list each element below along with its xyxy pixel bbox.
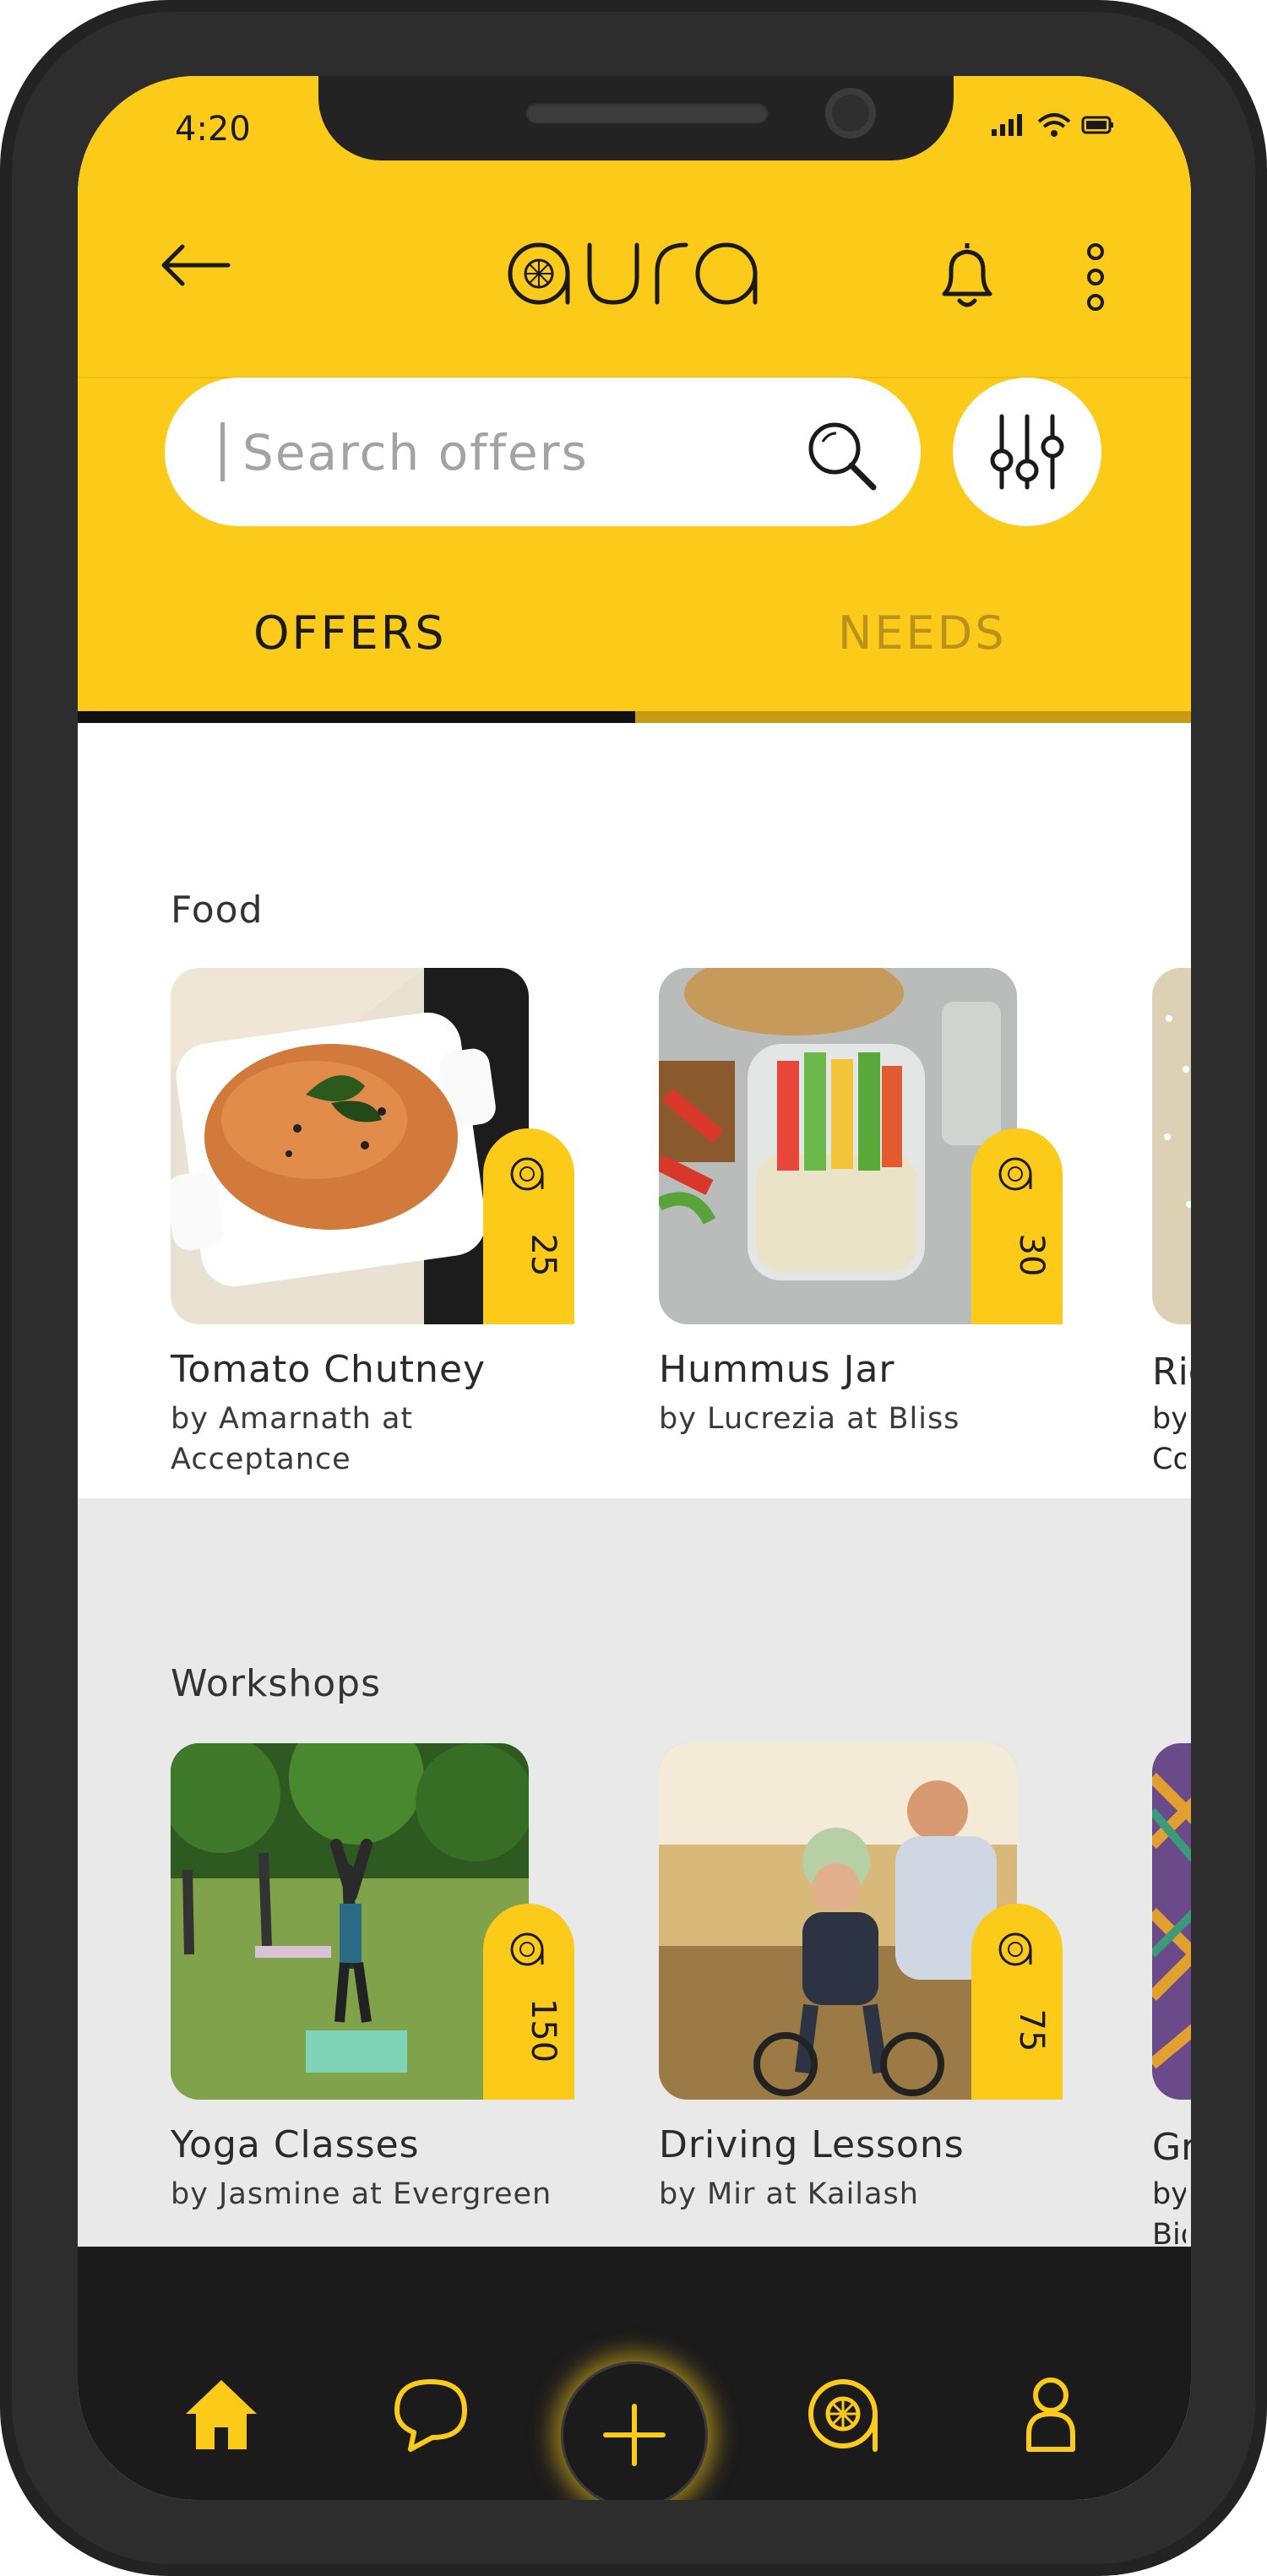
price-badge: 25 [483, 1128, 574, 1324]
card-subtitle: by Jasmine at Evergreen [171, 2177, 552, 2211]
profile-icon[interactable] [1010, 2373, 1091, 2454]
card-title: Tomato Chutney [171, 1348, 487, 1391]
wifi-icon [1037, 113, 1071, 137]
header: 4:20 Search offers OFFERS NEEDS [78, 76, 1191, 723]
aura-coin-icon[interactable] [804, 2373, 885, 2454]
home-icon[interactable] [181, 2373, 262, 2454]
section-workshops: Workshops 150 Yoga Classes by Jasmine at… [78, 1498, 1191, 2252]
price-value: 150 [524, 1997, 563, 2063]
aura-logo [508, 242, 758, 305]
add-button[interactable] [561, 2361, 708, 2500]
bottom-nav [78, 2247, 1191, 2500]
tab-offers[interactable]: OFFERS [253, 606, 447, 660]
section-title: Food [171, 889, 264, 932]
search-icon[interactable] [804, 418, 880, 494]
aura-coin-icon [998, 1932, 1032, 1966]
section-title: Workshops [171, 1662, 382, 1705]
filter-sliders-icon [990, 414, 1064, 490]
card-image-hummus-jar [659, 968, 1017, 1324]
card-subtitle-peek: by Co [1152, 1402, 1186, 1476]
card-subtitle: by Amarnath at Acceptance [171, 1402, 414, 1476]
aura-coin-icon [998, 1157, 1032, 1191]
card-image-tomato-chutney [171, 968, 529, 1324]
price-value: 25 [524, 1233, 563, 1277]
front-camera [825, 88, 876, 139]
price-badge: 150 [483, 1904, 574, 2100]
notification-bell-icon[interactable] [936, 242, 998, 311]
card-title: Driving Lessons [659, 2123, 965, 2166]
price-badge: 30 [971, 1128, 1063, 1324]
card-subtitle: by Mir at Kailash [659, 2177, 919, 2211]
more-options-icon[interactable] [1083, 242, 1108, 312]
search-input[interactable] [241, 410, 818, 496]
card-subtitle: by Lucrezia at Bliss [659, 1402, 960, 1436]
price-badge: 75 [971, 1904, 1063, 2100]
offer-card-peek-image[interactable] [1152, 1743, 1191, 2100]
card-image-yoga-classes [171, 1743, 529, 2100]
status-icons [990, 111, 1115, 139]
status-time: 4:20 [175, 110, 251, 149]
tab-indicator-idle [635, 711, 1191, 723]
tab-indicator-active [78, 711, 635, 723]
tab-needs[interactable]: NEEDS [838, 606, 1007, 660]
card-title: Hummus Jar [659, 1348, 895, 1391]
chat-icon[interactable] [390, 2373, 471, 2454]
price-value: 75 [1012, 2008, 1051, 2052]
card-image-driving-lessons [659, 1743, 1017, 2100]
card-title-peek: Ric [1152, 1352, 1191, 1393]
speaker [525, 101, 769, 123]
aura-coin-icon [510, 1157, 544, 1191]
notch [318, 76, 954, 160]
filter-button[interactable] [953, 378, 1101, 526]
card-subtitle-peek: by Bio [1152, 2177, 1186, 2252]
price-value: 30 [1012, 1233, 1051, 1277]
aura-coin-icon [510, 1932, 544, 1966]
search-caret [220, 422, 225, 481]
battery-icon [1081, 116, 1113, 134]
card-title: Yoga Classes [171, 2123, 420, 2166]
signal-icon [992, 114, 1022, 136]
back-arrow-icon[interactable] [157, 240, 233, 291]
section-food: Food 25 Tomato Chutney by Amarnath at Ac… [78, 723, 1191, 1498]
app-screen: 4:20 Search offers OFFERS NEEDS Food 25 … [78, 76, 1191, 2500]
add-icon [603, 2404, 666, 2466]
card-title-peek: Gr [1152, 2128, 1191, 2168]
offer-card-peek-image[interactable] [1152, 968, 1191, 1324]
